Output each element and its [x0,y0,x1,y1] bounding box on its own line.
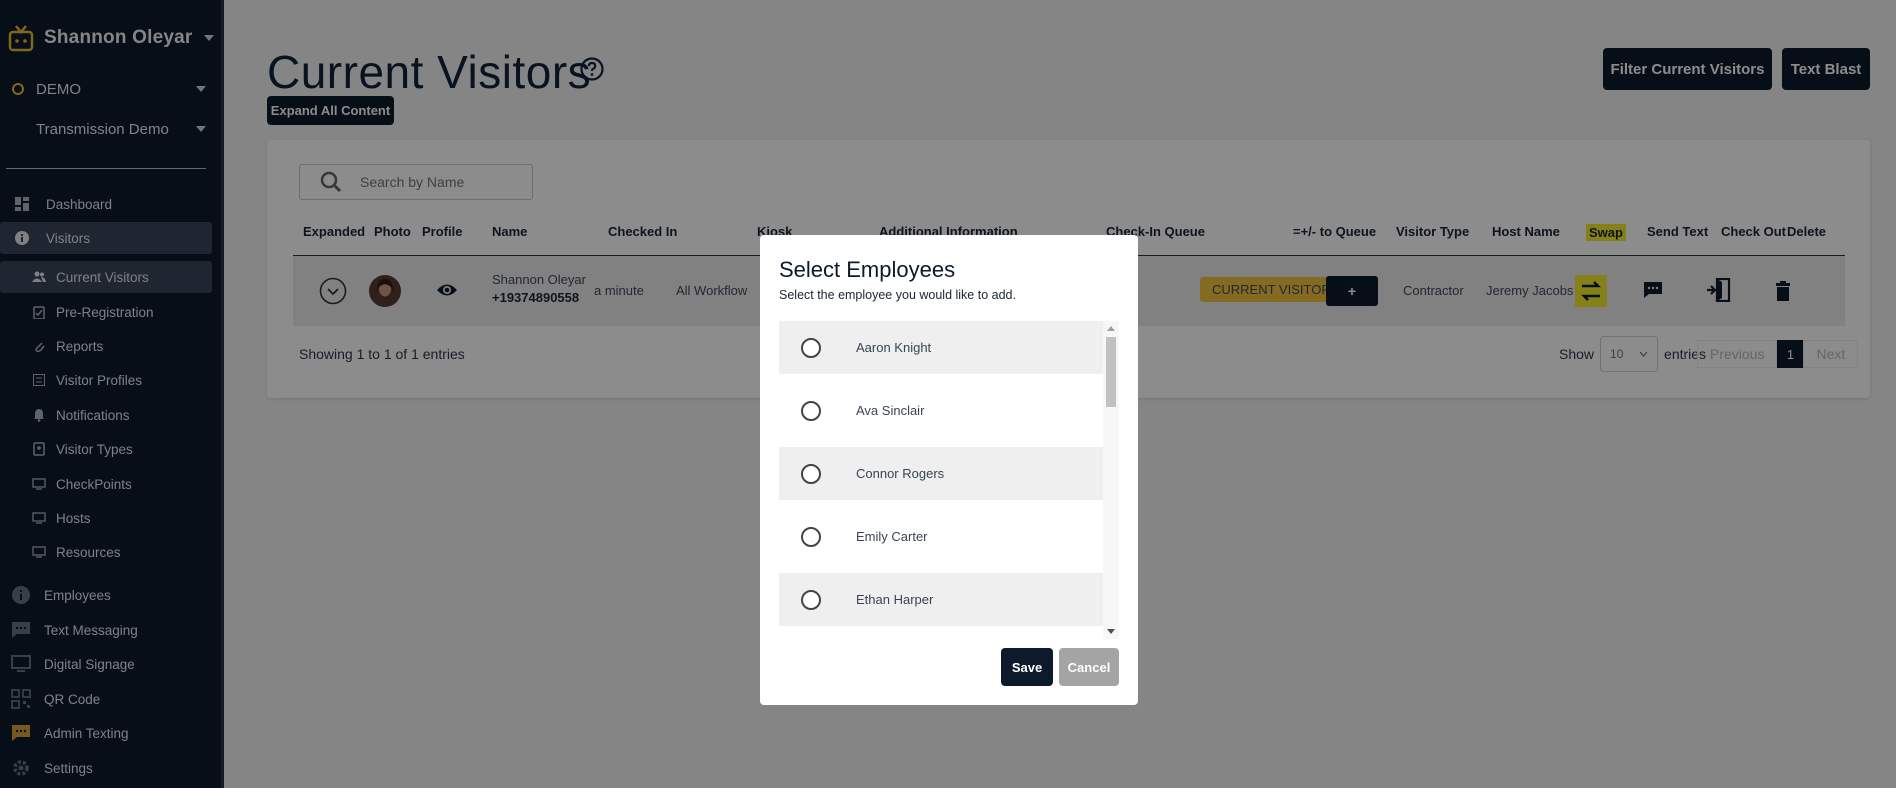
scroll-thumb[interactable] [1106,337,1116,407]
list-item[interactable]: Emily Carter [779,510,1103,563]
radio-button[interactable] [801,526,821,547]
select-employees-modal: Select Employees Select the employee you… [760,235,1138,705]
modal-subtitle: Select the employee you would like to ad… [779,288,1016,302]
employee-name: Emily Carter [856,529,928,544]
radio-button[interactable] [801,589,821,610]
scroll-up-icon[interactable] [1107,326,1115,331]
employee-name: Ava Sinclair [856,403,925,418]
employee-list: Aaron Knight Ava Sinclair Connor Rogers … [779,321,1119,639]
cancel-button[interactable]: Cancel [1059,648,1119,686]
list-item[interactable]: Connor Rogers [779,447,1103,500]
save-button[interactable]: Save [1001,648,1053,686]
list-item[interactable]: Ava Sinclair [779,384,1103,437]
employee-name: Ethan Harper [856,592,934,607]
radio-button[interactable] [801,400,821,421]
list-item[interactable]: Ethan Harper [779,573,1103,626]
list-scrollbar[interactable] [1103,321,1119,639]
employee-name: Aaron Knight [856,340,932,355]
radio-button[interactable] [801,337,821,358]
list-item[interactable]: Aaron Knight [779,321,1103,374]
radio-button[interactable] [801,463,821,484]
modal-title: Select Employees [779,257,956,282]
scroll-down-icon[interactable] [1107,629,1115,634]
employee-name: Connor Rogers [856,466,945,481]
